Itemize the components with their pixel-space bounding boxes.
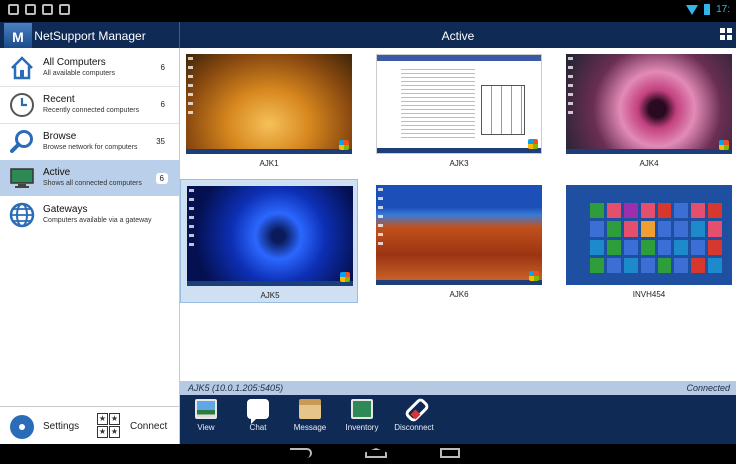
notification-icon (25, 4, 36, 15)
sidebar-item-label: Gateways (43, 204, 88, 215)
computer-grid: AJK1 AJK3 AJK4 AJK5 AJK6 INVH454 (180, 48, 736, 381)
message-icon (299, 399, 321, 419)
notification-icon (42, 4, 53, 15)
sidebar-item-label: Active (43, 167, 71, 178)
sidebar: All Computers All available computers 6 … (0, 48, 180, 444)
computer-name: AJK1 (259, 159, 279, 168)
notification-icon (8, 4, 19, 15)
back-icon[interactable] (290, 448, 312, 458)
computer-tile[interactable]: AJK4 (560, 48, 736, 172)
status-bar: 17: (0, 0, 736, 22)
computer-name: AJK6 (449, 290, 469, 299)
app-header: M NetSupport Manager Active (0, 22, 736, 48)
chat-icon (247, 399, 269, 424)
gear-icon[interactable] (10, 415, 34, 439)
notification-icon (59, 4, 70, 15)
notification-icons (8, 4, 70, 15)
system-status: 17: (686, 4, 730, 15)
screen-thumbnail[interactable] (186, 54, 352, 154)
sidebar-item-description: Browse network for computers (43, 144, 138, 151)
action-toolbar: View Chat Message Inventory Disconnect (180, 395, 736, 444)
computer-tile[interactable]: AJK3 (370, 48, 548, 172)
sidebar-item-description: Computers available via a gateway (43, 217, 152, 224)
settings-button[interactable]: Settings (43, 421, 79, 432)
screen-thumbnail[interactable] (187, 186, 353, 286)
message-button[interactable]: Message (284, 399, 336, 442)
home-icon[interactable] (365, 448, 387, 458)
inventory-icon (351, 399, 373, 419)
system-nav-bar (0, 444, 736, 464)
sidebar-item-count: 6 (160, 100, 165, 109)
sidebar-item-description: Shows all connected computers (43, 180, 142, 187)
sidebar-item-recent[interactable]: Recent Recently connected computers 6 (0, 87, 179, 123)
computer-name: AJK3 (449, 159, 469, 168)
page-title: Active (441, 29, 475, 43)
sidebar-item-description: Recently connected computers (43, 107, 140, 114)
windows-logo (528, 139, 538, 149)
computer-name: AJK5 (260, 291, 280, 300)
computer-tile[interactable]: AJK1 (180, 48, 358, 172)
clock-icon (10, 93, 34, 117)
sidebar-item-count: 6 (160, 63, 165, 72)
computer-name: INVH454 (632, 290, 666, 299)
globe-icon (9, 202, 35, 228)
house-icon (11, 56, 33, 80)
disconnect-icon (403, 399, 425, 419)
inventory-label: Inventory (345, 423, 379, 432)
sidebar-item-label: All Computers (43, 57, 106, 68)
computer-tile[interactable]: AJK6 (370, 179, 548, 303)
chat-button[interactable]: Chat (232, 399, 284, 442)
selected-computer-address: AJK5 (10.0.1.205:5405) (188, 383, 284, 393)
sidebar-item-browse[interactable]: Browse Browse network for computers 35 (0, 124, 179, 160)
recent-apps-icon[interactable] (440, 448, 460, 458)
magnifier-icon (10, 130, 33, 153)
windows-logo (529, 271, 539, 281)
sidebar-item-gateways[interactable]: Gateways Computers available via a gatew… (0, 197, 179, 233)
message-label: Message (293, 423, 327, 432)
sidebar-item-count: 35 (156, 137, 165, 146)
disconnect-button[interactable]: Disconnect (388, 399, 440, 442)
screen-thumbnail[interactable] (376, 185, 542, 285)
computer-name: AJK4 (639, 159, 659, 168)
connection-status: Connected (686, 383, 730, 393)
wifi-icon (686, 4, 699, 15)
sidebar-item-count: 6 (155, 173, 168, 184)
computer-tile[interactable]: INVH454 (560, 179, 736, 303)
sidebar-item-label: Recent (43, 94, 75, 105)
windows-logo (719, 140, 729, 150)
sidebar-item-active[interactable]: Active Shows all connected computers 6 (0, 160, 179, 196)
keypad-icon[interactable]: ★ ★ ★ ★ (97, 413, 122, 438)
selection-info-bar: AJK5 (10.0.1.205:5405) Connected (180, 381, 736, 395)
screen-thumbnail[interactable] (566, 54, 732, 154)
disconnect-label: Disconnect (394, 423, 434, 432)
battery-icon (704, 4, 711, 15)
windows-logo (339, 140, 349, 150)
clock: 17: (716, 4, 730, 15)
view-label: View (197, 423, 215, 432)
screen-thumbnail[interactable] (376, 54, 542, 154)
screen-thumbnail[interactable] (566, 185, 732, 285)
sidebar-footer: Settings ★ ★ ★ ★ Connect (0, 406, 179, 444)
monitor-icon (10, 168, 34, 188)
app-title: NetSupport Manager (34, 29, 146, 43)
view-icon (195, 399, 217, 419)
windows-logo (340, 272, 350, 282)
grid-view-icon[interactable] (720, 28, 732, 40)
connect-button[interactable]: Connect (130, 421, 167, 432)
chat-label: Chat (249, 423, 267, 432)
sidebar-item-all-computers[interactable]: All Computers All available computers 6 (0, 50, 179, 86)
sidebar-item-label: Browse (43, 131, 77, 142)
view-button[interactable]: View (180, 399, 232, 442)
computer-tile[interactable]: AJK5 (180, 179, 358, 303)
sidebar-item-description: All available computers (43, 70, 115, 77)
inventory-button[interactable]: Inventory (336, 399, 388, 442)
